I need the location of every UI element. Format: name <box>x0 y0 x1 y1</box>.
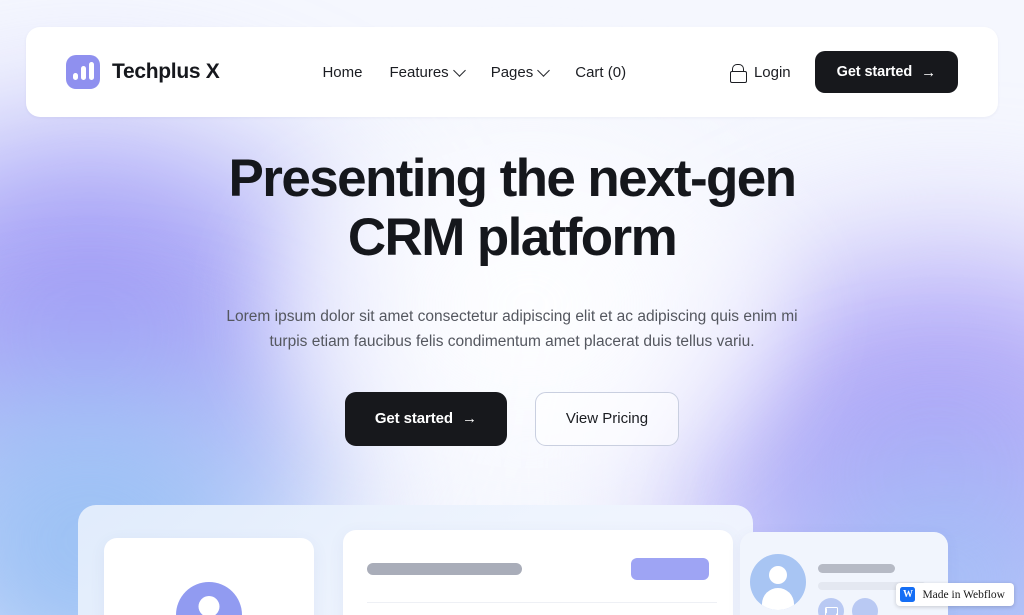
hero-cta-group: Get started → View Pricing <box>0 391 1024 446</box>
hero-view-pricing-label: View Pricing <box>565 410 649 428</box>
chevron-down-icon <box>537 63 551 77</box>
nav-item-features-label: Features <box>389 63 449 81</box>
hero-heading-line-2: CRM platform <box>347 207 678 267</box>
hero-subtitle: Lorem ipsum dolor sit amet consectetur a… <box>226 307 798 350</box>
brand-name: Techplus X <box>112 60 220 83</box>
brand-logo[interactable]: Techplus X <box>66 55 220 89</box>
circle-icon <box>852 598 878 615</box>
webflow-logo-icon: W <box>900 587 916 602</box>
login-label: Login <box>753 63 791 81</box>
hero-view-pricing-button[interactable]: View Pricing <box>534 391 680 446</box>
hero-get-started-label: Get started <box>374 410 453 428</box>
lock-icon <box>729 63 747 83</box>
divider <box>367 602 717 603</box>
nav-item-pages[interactable]: Pages <box>490 63 551 81</box>
hero-section: Presenting the next-gen CRM platform Lor… <box>0 149 1024 446</box>
navbar-actions: Login Get started → <box>729 51 958 93</box>
placeholder-bar <box>818 564 895 573</box>
bar-chart-icon <box>66 55 100 89</box>
user-avatar-icon <box>750 554 806 610</box>
hero-get-started-button[interactable]: Get started → <box>344 391 507 446</box>
chevron-down-icon <box>452 63 466 77</box>
hero-heading-line-1: Presenting the next-gen <box>228 149 798 208</box>
login-link[interactable]: Login <box>729 63 791 83</box>
nav-item-home-label: Home <box>322 63 363 81</box>
navbar: Techplus X Home Features Pages Cart (0) … <box>26 27 998 117</box>
navbar-get-started-label: Get started <box>836 64 913 80</box>
made-in-webflow-badge[interactable]: W Made in Webflow <box>896 583 1014 606</box>
mockup-avatar-card <box>104 538 314 615</box>
mockup-content-card <box>343 530 733 615</box>
arrow-right-icon: → <box>921 63 936 81</box>
navbar-get-started-button[interactable]: Get started → <box>814 51 958 93</box>
arrow-right-icon: → <box>461 410 477 428</box>
placeholder-bar <box>367 563 522 575</box>
mockup-action-button <box>631 558 709 580</box>
page-root: Techplus X Home Features Pages Cart (0) … <box>0 0 1024 615</box>
nav-item-pages-label: Pages <box>490 63 534 81</box>
envelope-icon <box>818 598 844 615</box>
nav-links: Home Features Pages Cart (0) <box>322 64 626 81</box>
nav-item-cart-label: Cart (0) <box>575 63 627 81</box>
app-mockup <box>78 505 753 615</box>
nav-item-home[interactable]: Home <box>322 64 362 81</box>
made-in-webflow-label: Made in Webflow <box>922 588 1005 601</box>
nav-item-cart[interactable]: Cart (0) <box>575 64 626 81</box>
user-avatar-icon <box>176 582 242 615</box>
page-title: Presenting the next-gen CRM platform <box>0 149 1024 268</box>
nav-item-features[interactable]: Features <box>389 63 466 81</box>
